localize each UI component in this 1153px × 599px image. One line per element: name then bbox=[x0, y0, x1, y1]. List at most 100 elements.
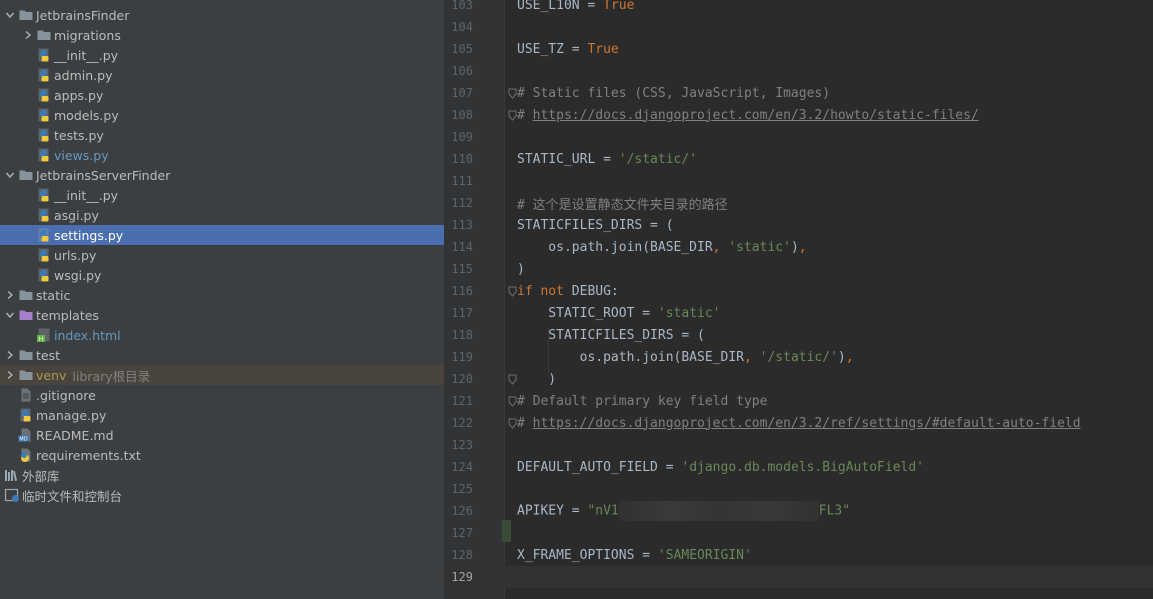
fold-marker-icon[interactable] bbox=[507, 412, 517, 434]
code-line[interactable]: 121 # Default primary key field type bbox=[445, 390, 1153, 412]
code-line[interactable]: 119 os.path.join(BASE_DIR, '/static/'), bbox=[445, 346, 1153, 368]
tree-row-asgi-py[interactable]: asgi.py bbox=[0, 205, 444, 225]
code-token: STATIC_ROOT = bbox=[517, 305, 658, 321]
expand-arrow-icon[interactable] bbox=[4, 285, 16, 305]
code-line[interactable]: 126 APIKEY = "nV1 FL3" bbox=[445, 500, 1153, 522]
code-line[interactable]: 109 bbox=[445, 126, 1153, 148]
code-line[interactable]: 125 bbox=[445, 478, 1153, 500]
code-line[interactable]: 114 os.path.join(BASE_DIR, 'static'), bbox=[445, 236, 1153, 258]
arrow-spacer bbox=[4, 445, 16, 465]
python-file-icon bbox=[36, 147, 52, 163]
python-file-icon bbox=[36, 187, 52, 203]
code-line[interactable]: 120 ) bbox=[445, 368, 1153, 390]
tree-row-[interactable]: 临时文件和控制台 bbox=[0, 485, 444, 505]
tree-row-init-py[interactable]: __init__.py bbox=[0, 45, 444, 65]
code-line[interactable]: 115) bbox=[445, 258, 1153, 280]
tree-row-requirements-txt[interactable]: requirements.txt bbox=[0, 445, 444, 465]
tree-row-[interactable]: 外部库 bbox=[0, 465, 444, 485]
expand-arrow-icon[interactable] bbox=[22, 25, 34, 45]
tree-row-models-py[interactable]: models.py bbox=[0, 105, 444, 125]
code-line[interactable]: 108 # https://docs.djangoproject.com/en/3… bbox=[445, 104, 1153, 126]
text-file-icon bbox=[18, 387, 34, 403]
tree-row-venv[interactable]: venv library根目录 bbox=[0, 365, 444, 385]
line-number: 119 bbox=[451, 350, 473, 364]
tree-row-gitignore[interactable]: .gitignore bbox=[0, 385, 444, 405]
tree-row-wsgi-py[interactable]: wsgi.py bbox=[0, 265, 444, 285]
expand-arrow-icon[interactable] bbox=[4, 365, 16, 385]
fold-marker-icon[interactable] bbox=[507, 368, 517, 390]
code-line[interactable]: 107 # Static files (CSS, JavaScript, Imag… bbox=[445, 82, 1153, 104]
code-line[interactable]: 123 bbox=[445, 434, 1153, 456]
code-text: STATIC_ROOT = 'static' bbox=[517, 305, 720, 321]
tree-row-jetbrainsserverfinder[interactable]: JetbrainsServerFinder bbox=[0, 165, 444, 185]
fold-marker-icon[interactable] bbox=[507, 390, 517, 412]
code-line[interactable]: 117 STATIC_ROOT = 'static' bbox=[445, 302, 1153, 324]
fold-marker-icon[interactable] bbox=[507, 104, 517, 126]
line-number: 111 bbox=[451, 174, 473, 188]
code-token: USE_TZ = bbox=[517, 41, 588, 57]
code-line[interactable]: 112 # 这个是设置静态文件夹目录的路径 bbox=[445, 192, 1153, 214]
doc-link[interactable]: https://docs.djangoproject.com/en/3.2/ho… bbox=[533, 108, 979, 123]
code-line[interactable]: 105 USE_TZ = True bbox=[445, 38, 1153, 60]
tree-row-index-html[interactable]: Hindex.html bbox=[0, 325, 444, 345]
code-line[interactable]: 110 STATIC_URL = '/static/' bbox=[445, 148, 1153, 170]
project-tree[interactable]: JetbrainsFinder migrations __init__.py admi… bbox=[0, 0, 445, 599]
line-number: 118 bbox=[451, 328, 473, 342]
code-line[interactable]: 116 if not DEBUG: bbox=[445, 280, 1153, 302]
folder-icon bbox=[18, 7, 34, 23]
line-number: 121 bbox=[451, 394, 473, 408]
code-line[interactable]: 111 bbox=[445, 170, 1153, 192]
tree-row-admin-py[interactable]: admin.py bbox=[0, 65, 444, 85]
tree-row-jetbrainsfinder[interactable]: JetbrainsFinder bbox=[0, 5, 444, 25]
doc-link[interactable]: https://docs.djangoproject.com/en/3.2/re… bbox=[533, 416, 1081, 431]
code-token: 'django.db.models.BigAutoField' bbox=[681, 459, 925, 475]
fold-marker-icon[interactable] bbox=[507, 280, 517, 302]
code-line[interactable]: 113 STATICFILES_DIRS = ( bbox=[445, 214, 1153, 236]
code-line[interactable]: 128 X_FRAME_OPTIONS = 'SAMEORIGIN' bbox=[445, 544, 1153, 566]
tree-row-test[interactable]: test bbox=[0, 345, 444, 365]
python-file-icon bbox=[36, 267, 52, 283]
code-token: # bbox=[517, 415, 533, 431]
expand-arrow-icon[interactable] bbox=[4, 345, 16, 365]
code-text: USE_L10N = True bbox=[517, 0, 634, 13]
tree-row-apps-py[interactable]: apps.py bbox=[0, 85, 444, 105]
requirements-file-icon bbox=[18, 447, 34, 463]
arrow-spacer bbox=[22, 45, 34, 65]
code-editor[interactable]: 103 USE_L10N = True 104 105 USE_TZ = True 106… bbox=[445, 0, 1153, 599]
code-line[interactable]: 103 USE_L10N = True bbox=[445, 0, 1153, 16]
collapse-arrow-icon[interactable] bbox=[4, 305, 16, 325]
code-line[interactable]: 104 bbox=[445, 16, 1153, 38]
python-file-icon bbox=[36, 47, 52, 63]
tree-item-label: templates bbox=[36, 307, 99, 323]
line-number: 127 bbox=[451, 526, 473, 540]
code-line[interactable]: 127 bbox=[445, 522, 1153, 544]
tree-row-templates[interactable]: templates bbox=[0, 305, 444, 325]
tree-row-init-py[interactable]: __init__.py bbox=[0, 185, 444, 205]
tree-row-static[interactable]: static bbox=[0, 285, 444, 305]
collapse-arrow-icon[interactable] bbox=[4, 165, 16, 185]
code-token: ) bbox=[517, 371, 557, 387]
arrow-spacer bbox=[22, 245, 34, 265]
tree-row-readme-md[interactable]: MD README.md bbox=[0, 425, 444, 445]
code-line[interactable]: 124 DEFAULT_AUTO_FIELD = 'django.db.model… bbox=[445, 456, 1153, 478]
svg-text:H: H bbox=[39, 336, 44, 343]
code-line[interactable]: 122 # https://docs.djangoproject.com/en/3… bbox=[445, 412, 1153, 434]
scratches-icon bbox=[4, 487, 20, 503]
code-token: # Default primary key field type bbox=[517, 393, 768, 409]
tree-row-tests-py[interactable]: tests.py bbox=[0, 125, 444, 145]
code-line[interactable]: 118 STATICFILES_DIRS = ( bbox=[445, 324, 1153, 346]
collapse-arrow-icon[interactable] bbox=[4, 5, 16, 25]
tree-row-views-py[interactable]: views.py bbox=[0, 145, 444, 165]
tree-row-urls-py[interactable]: urls.py bbox=[0, 245, 444, 265]
line-number: 128 bbox=[451, 548, 473, 562]
tree-row-migrations[interactable]: migrations bbox=[0, 25, 444, 45]
tree-row-manage-py[interactable]: manage.py bbox=[0, 405, 444, 425]
code-line[interactable]: 129 bbox=[445, 566, 1153, 588]
code-line[interactable]: 106 bbox=[445, 60, 1153, 82]
code-token: , bbox=[845, 349, 854, 365]
tree-row-settings-py[interactable]: settings.py bbox=[0, 225, 444, 245]
fold-marker-icon[interactable] bbox=[507, 82, 517, 104]
tree-item-label: manage.py bbox=[36, 407, 107, 423]
code-token: , bbox=[712, 239, 729, 255]
code-text: if not DEBUG: bbox=[517, 284, 619, 299]
